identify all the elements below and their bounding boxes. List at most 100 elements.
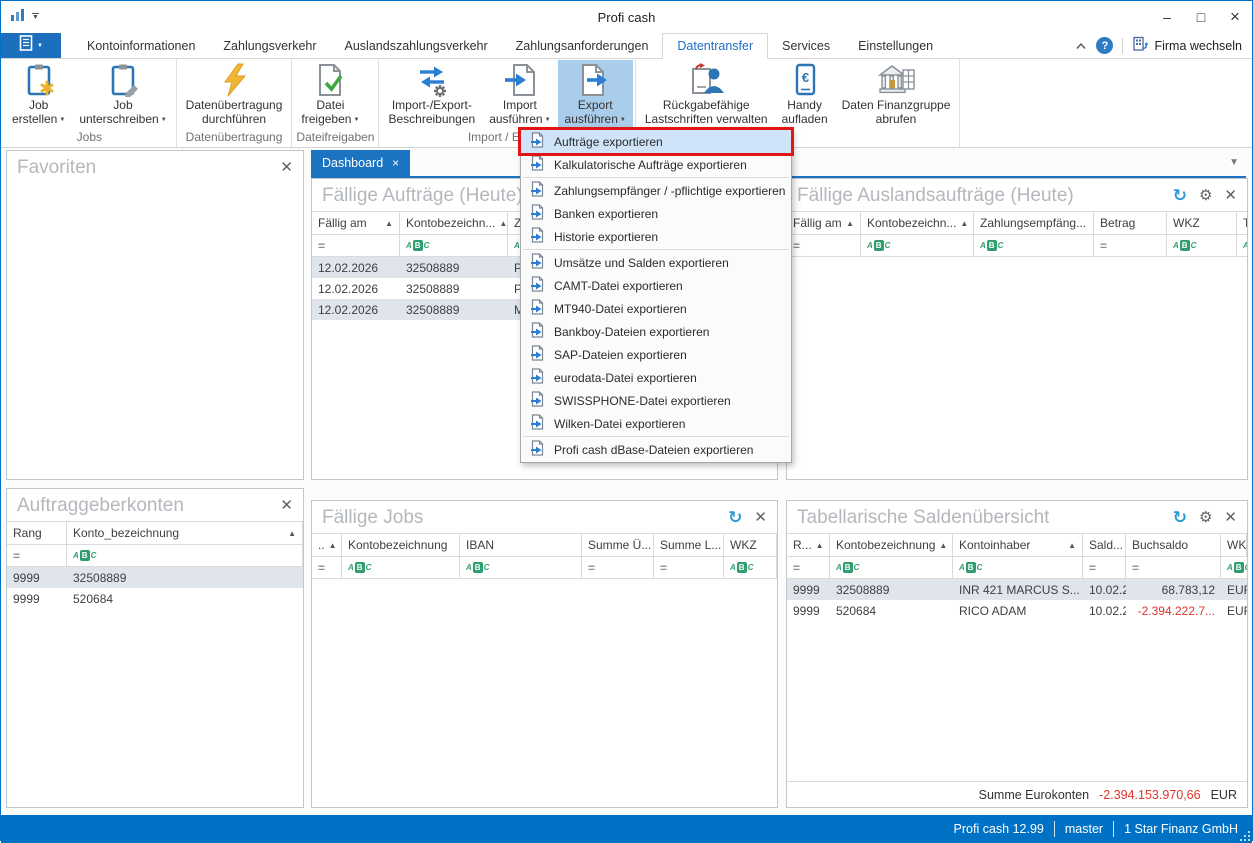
filter-cell[interactable]: ABC <box>830 557 953 578</box>
filter-cell[interactable]: = <box>787 557 830 578</box>
tab-kontoinformationen[interactable]: Kontoinformationen <box>73 33 209 58</box>
maximize-button[interactable]: □ <box>1184 1 1218 33</box>
filter-cell[interactable]: = <box>312 235 400 256</box>
menu-item-kalkulatorische-aufträge-exportieren[interactable]: Kalkulatorische Aufträge exportieren <box>521 153 791 176</box>
filter-cell[interactable]: = <box>1083 557 1126 578</box>
firma-wechseln-button[interactable]: Firma wechseln <box>1132 36 1242 55</box>
menu-item-sap-dateien-exportieren[interactable]: SAP-Dateien exportieren <box>521 343 791 366</box>
gear-icon[interactable]: ⚙ <box>1199 510 1212 526</box>
column-header-summe-ü[interactable]: Summe Ü... <box>582 534 654 556</box>
filter-cell[interactable]: = <box>787 235 861 256</box>
filter-cell[interactable]: = <box>654 557 724 578</box>
menu-item-historie-exportieren[interactable]: Historie exportieren <box>521 225 791 248</box>
tab-datentransfer[interactable]: Datentransfer <box>662 33 768 59</box>
app-menu-button[interactable]: ▼ <box>1 33 61 58</box>
table-row[interactable]: 9999520684RICO ADAM10.02.2-2.394.222.7..… <box>787 600 1247 621</box>
ribbon-button-job-erstellen[interactable]: Joberstellen▼ <box>5 60 72 129</box>
minimize-button[interactable]: – <box>1150 1 1184 33</box>
table-row[interactable]: 999932508889 <box>7 567 303 588</box>
collapse-ribbon-icon[interactable] <box>1075 39 1087 53</box>
ribbon-button-export-ausführen[interactable]: Exportausführen▼ <box>558 60 633 129</box>
tab-einstellungen[interactable]: Einstellungen <box>844 33 947 58</box>
resize-grip[interactable] <box>1240 831 1250 841</box>
close-icon[interactable]: ✕ <box>1224 189 1237 203</box>
column-header-wkz[interactable]: WKZ <box>1221 534 1247 556</box>
close-icon[interactable]: ✕ <box>280 161 293 175</box>
column-header-iban[interactable]: IBAN <box>460 534 582 556</box>
ribbon-button-import-ausführen[interactable]: Importausführen▼ <box>482 60 557 129</box>
refresh-icon[interactable]: ↻ <box>728 510 742 526</box>
column-header-summe-l[interactable]: Summe L... <box>654 534 724 556</box>
menu-item-bankboy-dateien-exportieren[interactable]: Bankboy-Dateien exportieren <box>521 320 791 343</box>
column-header-kontobezeichn[interactable]: Kontobezeichn...▲ <box>861 212 974 234</box>
tab-services[interactable]: Services <box>768 33 844 58</box>
close-icon[interactable]: ✕ <box>280 499 293 513</box>
menu-item-wilken-datei-exportieren[interactable]: Wilken-Datei exportieren <box>521 412 791 435</box>
close-icon[interactable]: ✕ <box>1224 511 1237 525</box>
menu-item-swissphone-datei-exportieren[interactable]: SWISSPHONE-Datei exportieren <box>521 389 791 412</box>
ribbon-button-daten-finanzgruppe-abrufen[interactable]: Daten Finanzgruppeabrufen <box>835 60 958 143</box>
filter-cell[interactable]: = <box>312 557 342 578</box>
menu-item-mt940-datei-exportieren[interactable]: MT940-Datei exportieren <box>521 297 791 320</box>
column-header-zahlungsempfäng[interactable]: Zahlungsempfäng... <box>974 212 1094 234</box>
ribbon-button-datei-freigeben[interactable]: Dateifreigeben▼ <box>294 60 366 129</box>
filter-cell[interactable]: ABC <box>861 235 974 256</box>
filter-cell[interactable]: ABC <box>724 557 777 578</box>
column-header-kontoinhaber[interactable]: Kontoinhaber▲ <box>953 534 1083 556</box>
ribbon-button-job-unterschreiben[interactable]: Jobunterschreiben▼ <box>72 60 173 129</box>
column-header-typ[interactable]: Typ <box>1237 212 1248 234</box>
filter-cell[interactable]: ABC <box>953 557 1083 578</box>
column-header-sald[interactable]: Sald... <box>1083 534 1126 556</box>
column-header-konto-bezeichnung[interactable]: Konto_bezeichnung▲ <box>67 522 303 544</box>
column-header-[interactable]: ..▲ <box>312 534 342 556</box>
filter-cell[interactable]: ABC <box>974 235 1094 256</box>
filter-cell[interactable]: = <box>1126 557 1221 578</box>
menu-item-eurodata-datei-exportieren[interactable]: eurodata-Datei exportieren <box>521 366 791 389</box>
column-header-r[interactable]: R...▲ <box>787 534 830 556</box>
dashboard-tab-close-icon[interactable]: × <box>392 156 399 170</box>
menu-item-banken-exportieren[interactable]: Banken exportieren <box>521 202 791 225</box>
tab-dashboard[interactable]: Dashboard × <box>311 150 410 176</box>
ribbon-button-import-export-beschreibungen[interactable]: Import-/Export-Beschreibungen <box>381 60 482 129</box>
help-icon[interactable]: ? <box>1096 37 1113 54</box>
column-header-wkz[interactable]: WKZ <box>1167 212 1237 234</box>
refresh-icon[interactable]: ↻ <box>1173 188 1187 204</box>
filter-cell[interactable]: = <box>7 545 67 566</box>
filter-cell[interactable]: ABC <box>342 557 460 578</box>
filter-cell[interactable]: = <box>582 557 654 578</box>
table-row[interactable]: 999932508889INR 421 MARCUS S...10.02.268… <box>787 579 1247 600</box>
filter-cell[interactable]: ABC <box>1237 235 1248 256</box>
column-header-fällig-am[interactable]: Fällig am▲ <box>787 212 861 234</box>
menu-item-umsätze-und-salden-exportieren[interactable]: Umsätze und Salden exportieren <box>521 251 791 274</box>
column-header-buchsaldo[interactable]: Buchsaldo <box>1126 534 1221 556</box>
column-header-kontobezeichnung[interactable]: Kontobezeichnung▲ <box>830 534 953 556</box>
column-header-betrag[interactable]: Betrag <box>1094 212 1167 234</box>
tab-zahlungsanforderungen[interactable]: Zahlungsanforderungen <box>502 33 663 58</box>
tab-list-dropdown-icon[interactable]: ▼ <box>1229 157 1239 168</box>
gear-icon[interactable]: ⚙ <box>1199 188 1212 204</box>
menu-item-zahlungsempfänger-pflichtige-exportieren[interactable]: Zahlungsempfänger / -pflichtige exportie… <box>521 179 791 202</box>
column-header-kontobezeichnung[interactable]: Kontobezeichnung <box>342 534 460 556</box>
tab-zahlungsverkehr[interactable]: Zahlungsverkehr <box>209 33 330 58</box>
filter-cell[interactable]: = <box>1094 235 1167 256</box>
column-header-fällig-am[interactable]: Fällig am▲ <box>312 212 400 234</box>
column-header-wkz[interactable]: WKZ <box>724 534 777 556</box>
refresh-icon[interactable]: ↻ <box>1173 510 1187 526</box>
table-row[interactable]: 9999520684 <box>7 588 303 609</box>
menu-item-aufträge-exportieren[interactable]: Aufträge exportieren <box>521 130 791 153</box>
ribbon-button-datenübertragung-durchführen[interactable]: Datenübertragungdurchführen <box>179 60 290 129</box>
customize-toolbar-icon[interactable]: ▼ <box>32 13 39 21</box>
menu-item-camt-datei-exportieren[interactable]: CAMT-Datei exportieren <box>521 274 791 297</box>
filter-cell[interactable]: ABC <box>1221 557 1248 578</box>
chart-icon[interactable] <box>11 8 24 26</box>
column-header-kontobezeichn[interactable]: Kontobezeichn...▲ <box>400 212 508 234</box>
filter-cell[interactable]: ABC <box>460 557 582 578</box>
close-button[interactable]: × <box>1218 1 1252 33</box>
column-header-rang[interactable]: Rang <box>7 522 67 544</box>
close-icon[interactable]: ✕ <box>754 511 767 525</box>
filter-cell[interactable]: ABC <box>67 545 303 566</box>
filter-cell[interactable]: ABC <box>400 235 508 256</box>
tab-auslandszahlungsverkehr[interactable]: Auslandszahlungsverkehr <box>331 33 502 58</box>
menu-item-profi-cash-dbase-dateien-exportieren[interactable]: Profi cash dBase-Dateien exportieren <box>521 438 791 461</box>
filter-cell[interactable]: ABC <box>1167 235 1237 256</box>
